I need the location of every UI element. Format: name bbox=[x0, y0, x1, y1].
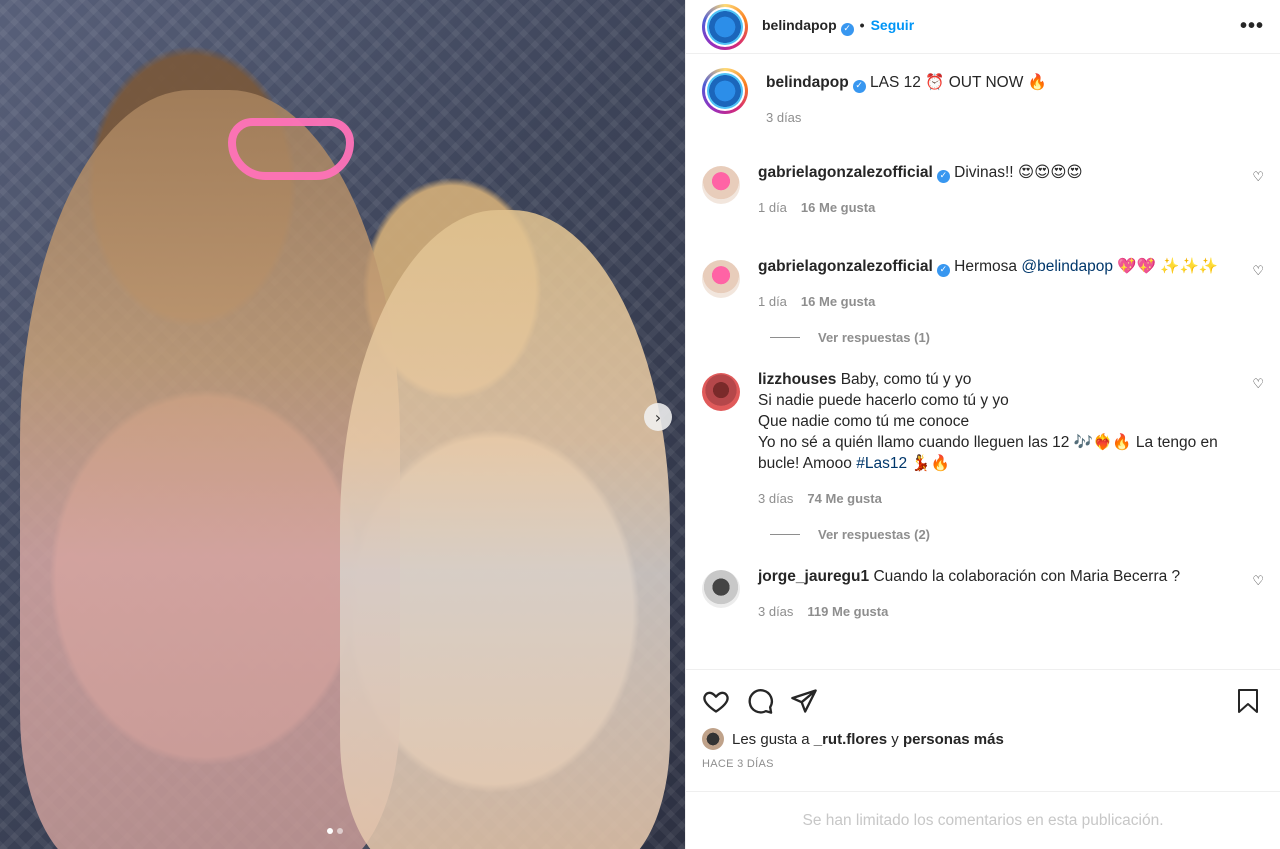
comment-like-heart-icon[interactable]: ♡ bbox=[1252, 264, 1264, 279]
comment-username[interactable]: jorge_jauregu1 bbox=[758, 568, 869, 585]
replies-line bbox=[770, 534, 800, 535]
comment-time[interactable]: 3 días bbox=[758, 601, 793, 622]
liker-username[interactable]: _rut.flores bbox=[814, 731, 887, 748]
separator-dot: • bbox=[859, 17, 865, 34]
comment-time[interactable]: 1 día bbox=[758, 197, 787, 218]
verified-badge-icon: ✓ bbox=[840, 22, 854, 36]
comment-item: gabrielagonzalezofficial ✓ Hermosa @belin… bbox=[702, 256, 1264, 312]
others-link[interactable]: personas más bbox=[903, 731, 1004, 748]
comment-username[interactable]: lizzhouses bbox=[758, 371, 836, 388]
post-side-panel: belindapop ✓ • Seguir ••• belindapop ✓ LAS 1… bbox=[685, 0, 1280, 849]
comment-like-heart-icon[interactable]: ♡ bbox=[1252, 377, 1264, 392]
post-actions: Les gusta a _rut.flores y personas más H… bbox=[686, 669, 1280, 849]
comment-likes[interactable]: 16 Me gusta bbox=[801, 291, 875, 312]
author-avatar[interactable] bbox=[702, 3, 748, 50]
comment-icon[interactable] bbox=[746, 687, 774, 715]
view-replies-button[interactable]: Ver respuestas (2) bbox=[702, 527, 1264, 542]
author-info: belindapop ✓ • Seguir bbox=[762, 17, 914, 36]
comment-time[interactable]: 3 días bbox=[758, 488, 793, 509]
hashtag-link[interactable]: #Las12 bbox=[856, 455, 907, 472]
post-time-ago[interactable]: HACE 3 DÍAS bbox=[702, 758, 1264, 770]
liker-avatar[interactable] bbox=[702, 728, 724, 750]
comment-likes[interactable]: 119 Me gusta bbox=[807, 601, 888, 622]
liked-by-text: Les gusta a _rut.flores y personas más bbox=[732, 730, 1004, 748]
photo-sunglasses bbox=[228, 118, 354, 180]
comment-item: jorge_jauregu1 Cuando la colaboración co… bbox=[702, 566, 1264, 622]
verified-badge-icon: ✓ bbox=[936, 170, 950, 183]
more-options-icon[interactable]: ••• bbox=[1240, 15, 1264, 38]
mention-link[interactable]: @belindapop bbox=[1021, 258, 1113, 275]
heart-icon[interactable] bbox=[702, 687, 730, 715]
chevron-right-icon: › bbox=[654, 407, 662, 427]
view-replies-label[interactable]: Ver respuestas (2) bbox=[818, 527, 930, 542]
comments-limited-notice: Se han limitado los comentarios en esta … bbox=[686, 791, 1280, 849]
carousel-dot-active bbox=[327, 828, 333, 834]
carousel-dot bbox=[337, 828, 343, 834]
comment-like-heart-icon[interactable]: ♡ bbox=[1252, 170, 1264, 185]
bookmark-icon[interactable] bbox=[1236, 688, 1260, 714]
caption-avatar[interactable] bbox=[702, 68, 748, 114]
follow-button[interactable]: Seguir bbox=[871, 17, 915, 33]
liked-by[interactable]: Les gusta a _rut.flores y personas más bbox=[702, 728, 1264, 750]
comment-item: gabrielagonzalezofficial ✓ Divinas!! 😍😍😍😍… bbox=[702, 162, 1264, 218]
share-icon[interactable] bbox=[790, 687, 818, 715]
caption: belindapop ✓ LAS 12 ⏰ OUT NOW 🔥 3 días bbox=[702, 68, 1264, 128]
action-bar bbox=[702, 684, 1264, 718]
comment-username[interactable]: gabrielagonzalezofficial bbox=[758, 258, 933, 275]
comment-like-heart-icon[interactable]: ♡ bbox=[1252, 574, 1264, 589]
post-header: belindapop ✓ • Seguir ••• bbox=[686, 0, 1280, 54]
comment-text: Divinas!! 😍😍😍😍 bbox=[954, 164, 1083, 181]
author-username[interactable]: belindapop bbox=[762, 17, 837, 33]
caption-time[interactable]: 3 días bbox=[766, 107, 801, 128]
instagram-post-view: › belindapop✓•Seguir ••• belindapop✓ bbox=[0, 0, 1280, 849]
commenter-avatar[interactable] bbox=[702, 166, 740, 204]
verified-badge-icon: ✓ bbox=[936, 264, 950, 277]
comment-text: Hermosa @belindapop 💖💖 ✨✨✨ bbox=[954, 258, 1219, 275]
carousel-next-button[interactable]: › bbox=[644, 403, 672, 431]
caption-username[interactable]: belindapop bbox=[766, 74, 849, 91]
carousel-indicator bbox=[327, 828, 343, 834]
verified-badge-icon: ✓ bbox=[852, 80, 866, 93]
post-photo[interactable]: › bbox=[0, 0, 685, 849]
commenter-avatar[interactable] bbox=[702, 373, 740, 411]
comments-list[interactable]: belindapop ✓ LAS 12 ⏰ OUT NOW 🔥 3 días ga… bbox=[686, 54, 1280, 669]
comment-likes[interactable]: 74 Me gusta bbox=[807, 488, 881, 509]
comment-text: Cuando la colaboración con Maria Becerra… bbox=[873, 568, 1181, 585]
view-replies-button[interactable]: Ver respuestas (1) bbox=[702, 330, 1264, 345]
commenter-avatar[interactable] bbox=[702, 260, 740, 298]
comment-item: lizzhouses Baby, como tú y yo Si nadie pu… bbox=[702, 369, 1264, 509]
replies-line bbox=[770, 337, 800, 338]
photo-subject-right bbox=[340, 210, 670, 849]
commenter-avatar[interactable] bbox=[702, 570, 740, 608]
comment-likes[interactable]: 16 Me gusta bbox=[801, 197, 875, 218]
comment-username[interactable]: gabrielagonzalezofficial bbox=[758, 164, 933, 181]
comment-time[interactable]: 1 día bbox=[758, 291, 787, 312]
view-replies-label[interactable]: Ver respuestas (1) bbox=[818, 330, 930, 345]
caption-text: LAS 12 ⏰ OUT NOW 🔥 bbox=[869, 74, 1047, 91]
